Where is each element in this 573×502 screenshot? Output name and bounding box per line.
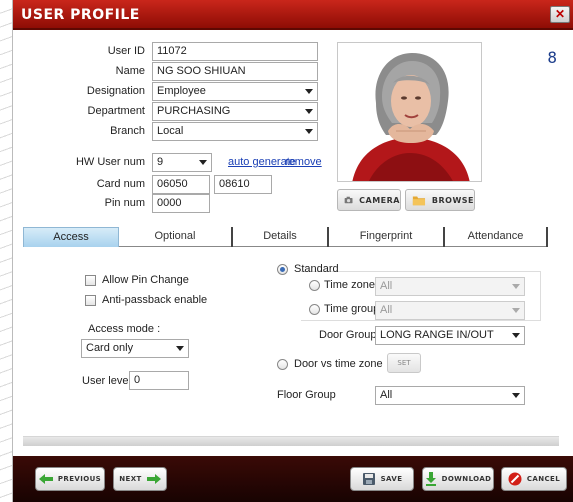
floor-group-value: All [380,389,393,401]
previous-button[interactable]: PREVIOUS [35,467,105,491]
pin-num-label: Pin num [104,197,145,209]
chevron-down-icon [176,346,184,351]
department-select[interactable]: PURCHASING [152,102,318,121]
remove-link[interactable]: remove [285,156,322,168]
camera-button[interactable]: CAMERA [337,189,401,211]
cancel-button-label: CANCEL [526,475,561,483]
hw-user-num-label: HW User num [75,156,145,168]
footer-toolbar: PREVIOUS NEXT SAVE DOWNLOAD CANCEL [13,456,573,502]
set-button[interactable]: SET [387,353,421,373]
chevron-down-icon [512,393,520,398]
next-button-label: NEXT [119,475,142,483]
record-counter: 8 [547,48,557,67]
door-vs-time-zone-radio[interactable] [277,359,288,370]
department-label: Department [87,105,145,117]
previous-button-label: PREVIOUS [57,475,102,483]
portrait-image [338,43,481,181]
time-zone-value: All [380,280,393,292]
hw-user-num-value: 9 [157,156,164,168]
tab-access[interactable]: Access [23,227,119,247]
browse-button-label: BROWSE [431,195,474,205]
arrow-right-icon [146,474,161,484]
panel-footer-bar [23,436,559,446]
standard-radio[interactable] [277,264,288,275]
time-zone-select[interactable]: All [375,277,525,296]
close-icon[interactable]: ✕ [550,6,570,23]
branch-label: Branch [110,125,145,137]
tab-fingerprint[interactable]: Fingerprint [329,227,445,247]
allow-pin-change-label: Allow Pin Change [102,274,189,286]
background-stripes [0,0,12,502]
title-bar: USER PROFILE ✕ [13,0,573,30]
floor-group-label: Floor Group [277,389,336,401]
browse-button[interactable]: BROWSE [405,189,475,211]
save-button[interactable]: SAVE [350,467,414,491]
chevron-down-icon [199,160,207,165]
arrow-left-icon [38,474,53,484]
tab-optional[interactable]: Optional [119,227,233,247]
folder-icon [412,196,426,206]
time-zone-label: Time zone [324,279,375,291]
name-label: Name [115,65,145,77]
time-group-label: Time group [324,303,380,315]
card-num-field-2[interactable]: 08610 [214,175,272,194]
camera-button-label: CAMERA [359,195,400,205]
chevron-down-icon [512,308,520,313]
download-arrow-icon [425,472,436,486]
designation-value: Employee [157,85,206,97]
door-group-value: LONG RANGE IN/OUT [380,329,494,341]
floppy-disk-icon [362,473,375,485]
door-group-select[interactable]: LONG RANGE IN/OUT [375,326,525,345]
user-level-field[interactable]: 0 [129,371,189,390]
standard-label: Standard [294,263,339,275]
card-num-label: Card num [96,178,145,190]
access-mode-label: Access mode : [88,323,161,335]
time-group-value: All [380,304,393,316]
tab-attendance[interactable]: Attendance [445,227,548,247]
time-zone-radio[interactable] [309,280,320,291]
chevron-down-icon [512,284,520,289]
tab-details[interactable]: Details [233,227,329,247]
branch-select[interactable]: Local [152,122,318,141]
department-value: PURCHASING [157,105,231,117]
branch-value: Local [157,125,184,137]
next-button[interactable]: NEXT [113,467,167,491]
download-button-label: DOWNLOAD [441,475,492,483]
door-group-label: Door Group [319,329,377,341]
pin-num-field[interactable]: 0000 [152,194,210,213]
allow-pin-change-checkbox[interactable] [85,275,96,286]
cancel-icon [508,472,522,486]
access-mode-select[interactable]: Card only [81,339,189,358]
chevron-down-icon [305,129,313,134]
window-title: USER PROFILE [21,7,140,23]
user-id-field[interactable]: 11072 [152,42,318,61]
chevron-down-icon [512,333,520,338]
time-group-select[interactable]: All [375,301,525,320]
save-button-label: SAVE [380,475,403,483]
card-num-field-1[interactable]: 06050 [152,175,210,194]
door-vs-time-zone-label: Door vs time zone [294,358,383,370]
designation-label: Designation [86,85,145,97]
user-profile-window: USER PROFILE ✕ User ID 11072 Name NG SOO… [12,0,573,502]
anti-passback-checkbox[interactable] [85,295,96,306]
time-group-radio[interactable] [309,304,320,315]
name-field[interactable]: NG SOO SHIUAN [152,62,318,81]
cancel-button[interactable]: CANCEL [501,467,567,491]
user-level-label: User level [82,375,131,387]
tab-bar: Access Optional Details Fingerprint Atte… [23,227,548,247]
anti-passback-label: Anti-passback enable [102,294,208,306]
hw-user-num-select[interactable]: 9 [152,153,212,172]
chevron-down-icon [305,89,313,94]
camera-icon [344,196,353,204]
profile-photo [337,42,482,182]
designation-select[interactable]: Employee [152,82,318,101]
access-mode-value: Card only [86,342,134,354]
download-button[interactable]: DOWNLOAD [422,467,494,491]
floor-group-select[interactable]: All [375,386,525,405]
user-id-label: User ID [107,45,145,57]
chevron-down-icon [305,109,313,114]
